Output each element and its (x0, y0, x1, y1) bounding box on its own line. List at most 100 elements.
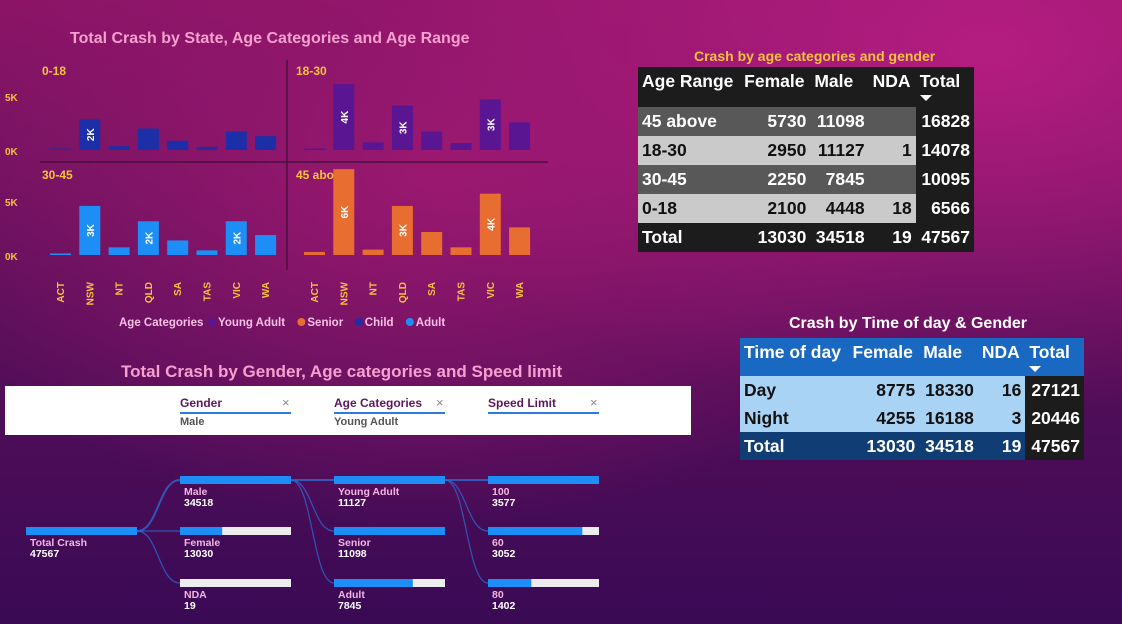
node-value: 47567 (30, 548, 60, 560)
x-tick-label: ACT (56, 282, 67, 303)
tree-root-node[interactable]: Total Crash 47567 (30, 538, 87, 560)
table2-title: Crash by Time of day & Gender (789, 315, 1027, 332)
filter-underline (334, 412, 445, 414)
tree-filter-bar: Gender × Male Age Categories × Young Adu… (5, 386, 691, 435)
t2-h3[interactable]: NDA (977, 338, 1026, 376)
bar (255, 235, 277, 255)
tree-link (290, 479, 335, 584)
t2-h0[interactable]: Time of day (740, 338, 849, 376)
cell: 1 (868, 136, 916, 165)
bar (421, 232, 443, 255)
table-row: 45 above 5730 11098 16828 (638, 107, 974, 136)
tree-link (136, 479, 181, 532)
tree-link (136, 530, 181, 584)
legend-item: Child (365, 317, 394, 329)
tree-node[interactable]: 60 3052 (492, 538, 515, 560)
tree-node[interactable]: 80 1402 (492, 590, 515, 612)
panel-label: 18-30 (296, 64, 327, 78)
node-value: 19 (184, 600, 196, 612)
t2-h4[interactable]: Total (1025, 338, 1084, 376)
bar (304, 148, 325, 150)
close-icon[interactable]: × (590, 395, 598, 410)
tree-link (444, 479, 489, 584)
filter-age-label[interactable]: Age Categories (334, 396, 422, 410)
close-icon[interactable]: × (436, 395, 444, 410)
x-tick-label: SA (173, 282, 184, 296)
cell: 18330 (919, 376, 978, 404)
cell: 16828 (915, 107, 974, 136)
tree-node[interactable]: Female 13030 (184, 538, 220, 560)
t1-h2[interactable]: Male (810, 67, 869, 107)
table-row: Day 8775 18330 16 27121 (740, 376, 1084, 404)
cell: 20446 (1025, 404, 1084, 432)
tree-node-fill (334, 579, 413, 587)
cell: 47567 (1025, 432, 1084, 460)
bar (108, 247, 130, 255)
sort-desc-icon[interactable] (1029, 366, 1042, 372)
x-tick-label: NSW (85, 281, 96, 305)
sort-desc-icon[interactable] (919, 95, 932, 101)
tree-node-track (180, 579, 291, 587)
table-total-row: Total 13030 34518 19 47567 (740, 432, 1084, 460)
tree-node[interactable]: Senior 11098 (338, 538, 371, 560)
filter-age-value: Young Adult (334, 416, 399, 428)
bar (167, 140, 189, 150)
close-icon[interactable]: × (282, 395, 290, 410)
tree-root-node-track (26, 527, 137, 535)
tree-node-fill (180, 476, 291, 484)
tree-node-track (488, 527, 599, 535)
tree-node-track (334, 527, 445, 535)
cell: 13030 (848, 432, 920, 460)
legend-swatch (208, 318, 216, 326)
t2-h2[interactable]: Male (919, 338, 978, 376)
y-tick-label: 0K (5, 147, 19, 158)
t1-h0[interactable]: Age Range (638, 67, 741, 107)
filter-speed-label[interactable]: Speed Limit (488, 396, 556, 410)
tree-node-fill (488, 579, 532, 587)
bar-data-label: 3K (86, 223, 97, 237)
tree-node[interactable]: 100 3577 (492, 487, 515, 509)
bar (225, 131, 247, 150)
bar (304, 251, 325, 255)
node-value: 1402 (492, 600, 516, 612)
node-value: 34518 (184, 497, 214, 509)
bar-data-label: 3K (398, 223, 409, 237)
tree-node[interactable]: Male 34518 (184, 487, 213, 509)
tree-node-fill (180, 527, 223, 535)
tree-node[interactable]: Adult 7845 (338, 590, 365, 612)
filter-gender-label[interactable]: Gender (180, 396, 222, 410)
panel-label: 0-18 (42, 64, 66, 78)
tree-node[interactable]: Young Adult 11127 (338, 487, 399, 509)
t1-h4[interactable]: Total (915, 67, 974, 107)
bar (509, 122, 531, 150)
cell: 2950 (740, 136, 811, 165)
cell: 16188 (919, 404, 978, 432)
cell: 45 above (638, 107, 741, 136)
panel-label: 30-45 (42, 168, 73, 182)
x-tick-label: NT (115, 282, 126, 295)
filter-gender-value: Male (180, 416, 205, 428)
cell: 18 (868, 194, 916, 223)
t2-h1[interactable]: Female (848, 338, 920, 376)
table-row: Night 4255 16188 3 20446 (740, 404, 1084, 432)
tree-node[interactable]: NDA 19 (184, 590, 207, 612)
t1-h1[interactable]: Female (740, 67, 811, 107)
t2-h4-label: Total (1029, 342, 1070, 362)
bar (509, 227, 531, 255)
tree-link (290, 479, 335, 532)
x-tick-label: VIC (232, 282, 243, 299)
x-tick-label: ACT (310, 282, 321, 303)
node-value: 11098 (338, 548, 367, 560)
cell: 18-30 (638, 136, 741, 165)
cell: 8775 (848, 376, 920, 404)
bar (255, 136, 277, 150)
cell: Total (638, 223, 741, 252)
tree-node-fill (488, 476, 599, 484)
chart1-svg: 5K0K5K0K0-182K18-304K3K 3K30-453K2K 2K45 a… (5, 60, 548, 329)
tree-node-track (488, 579, 599, 587)
x-tick-label: WA (261, 282, 272, 298)
cell: 4255 (848, 404, 920, 432)
table1-title: Crash by age categories and gender (694, 48, 936, 64)
t1-h3[interactable]: NDA (868, 67, 916, 107)
table-row: 30-45 2250 7845 10095 (638, 165, 974, 194)
